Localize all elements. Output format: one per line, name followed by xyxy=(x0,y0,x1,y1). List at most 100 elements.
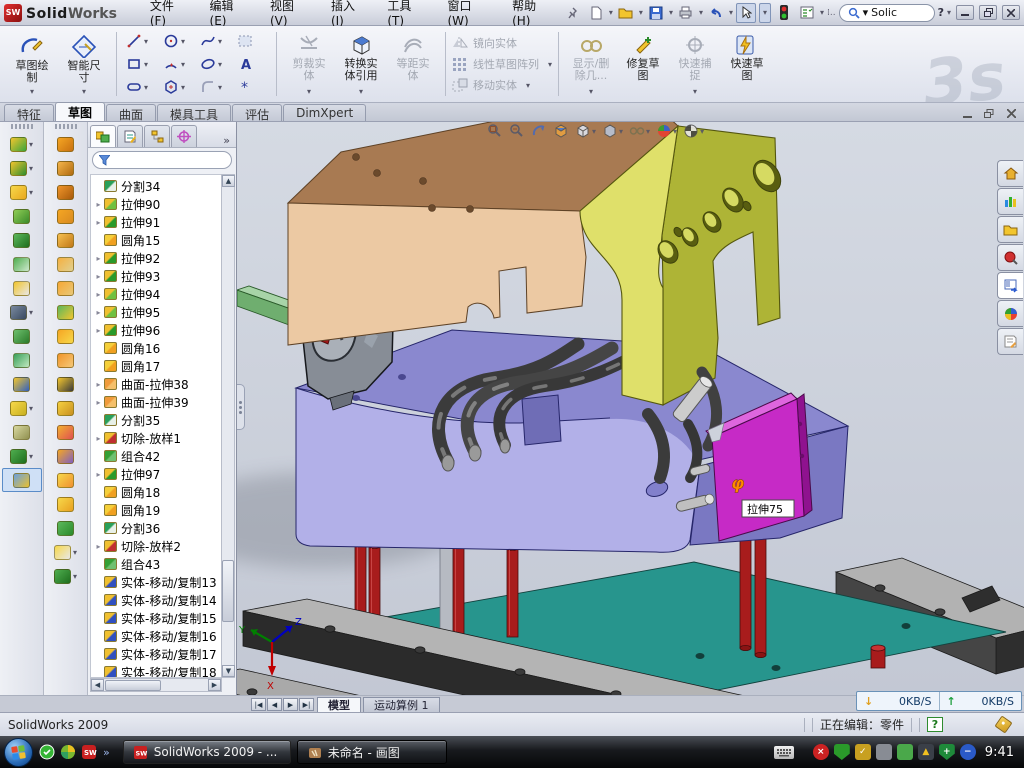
tab-1[interactable]: 草图 xyxy=(55,102,105,121)
fillet-button[interactable]: ▾ xyxy=(2,180,42,204)
dimension-line-button[interactable] xyxy=(2,420,42,444)
options-icon[interactable] xyxy=(797,3,817,23)
dimxpertmanager-tab[interactable] xyxy=(171,125,197,147)
tree-item[interactable]: 圆角17 xyxy=(91,357,221,375)
tree-item[interactable]: ▸拉伸91 xyxy=(91,213,221,231)
sync-icon[interactable] xyxy=(897,744,913,760)
expand-arrow-icon[interactable]: ▸ xyxy=(93,398,104,407)
view-orientation-button[interactable]: ▾ xyxy=(575,123,596,139)
surface-extrude-button[interactable] xyxy=(46,132,86,156)
expand-arrow-icon[interactable]: ▸ xyxy=(93,308,104,317)
surface-revolve-button[interactable] xyxy=(46,156,86,180)
doc-close-button[interactable] xyxy=(1002,106,1020,121)
linear-pattern-button[interactable]: 线性草图阵列▾ xyxy=(452,55,552,73)
design-library-tab[interactable] xyxy=(997,188,1023,215)
dropdown-icon[interactable]: ▾ xyxy=(673,127,677,136)
panel-splitter-handle[interactable] xyxy=(237,384,245,430)
open-file-icon[interactable] xyxy=(616,3,636,23)
sketch-text-button[interactable]: A xyxy=(234,53,270,75)
dropdown-icon[interactable]: ▾ xyxy=(181,37,185,46)
taskbar-clock[interactable]: 9:41 xyxy=(985,745,1014,760)
options-dropdown-icon[interactable]: ▾ xyxy=(820,8,824,17)
tree-item[interactable]: 组合42 xyxy=(91,447,221,465)
tree-item[interactable]: 实体-移动/复制17 xyxy=(91,645,221,663)
select-dropdown-icon[interactable]: ▾ xyxy=(759,3,771,23)
minimize-button[interactable] xyxy=(956,5,974,20)
tab-4[interactable]: 评估 xyxy=(232,104,282,121)
offset-entities-button[interactable]: 等距实 体 xyxy=(387,30,439,98)
repair-sketch-button[interactable]: 修复草 图 xyxy=(617,30,669,98)
fillet-surface-button[interactable] xyxy=(46,492,86,516)
tab-2[interactable]: 曲面 xyxy=(106,104,156,121)
tree-filter-input[interactable] xyxy=(92,151,232,169)
task-button-0[interactable]: SWSolidWorks 2009 - ... xyxy=(123,740,291,764)
lofted-boss-button[interactable] xyxy=(2,228,42,252)
expand-arrow-icon[interactable]: ▸ xyxy=(93,200,104,209)
polygon-button[interactable]: ▾ xyxy=(160,76,196,98)
manager-tabs-overflow-icon[interactable]: » xyxy=(219,134,234,147)
spline-tool-button[interactable]: ▾ xyxy=(46,564,86,588)
expand-arrow-icon[interactable]: ▸ xyxy=(93,434,104,443)
line-button[interactable]: ▾ xyxy=(123,30,159,52)
extruded-boss-button[interactable]: ▾ xyxy=(2,132,42,156)
tree-item[interactable]: ▸拉伸93 xyxy=(91,267,221,285)
tree-item[interactable]: ▸拉伸92 xyxy=(91,249,221,267)
update-badge-icon[interactable]: ✓ xyxy=(855,744,871,760)
configurationmanager-tab[interactable] xyxy=(144,125,170,147)
ellipse-button[interactable]: ▾ xyxy=(197,53,233,75)
select-cursor-icon[interactable] xyxy=(736,3,756,23)
quicklaunch-overflow-icon[interactable]: » xyxy=(103,746,110,759)
tree-item[interactable]: ▸拉伸97 xyxy=(91,465,221,483)
filled-surface-button[interactable] xyxy=(46,252,86,276)
reference-geometry-button[interactable]: ▾ xyxy=(2,396,42,420)
tree-item[interactable]: 分割34 xyxy=(91,177,221,195)
dome-button[interactable] xyxy=(46,516,86,540)
restore-button[interactable] xyxy=(979,5,997,20)
search-box[interactable]: ▾ Solic xyxy=(839,4,935,22)
section-view-button[interactable] xyxy=(553,123,569,139)
arc-button[interactable]: ▾ xyxy=(160,53,196,75)
dropdown-icon[interactable]: ▾ xyxy=(29,188,33,197)
trim-entities-button[interactable]: 剪裁实 体▾ xyxy=(283,30,335,98)
appearances-tab[interactable] xyxy=(997,300,1023,327)
sketch-button[interactable]: 草图绘 制▾ xyxy=(6,30,58,98)
custom-properties-tab[interactable] xyxy=(997,328,1023,355)
doc-tab-1[interactable]: 运动算例 1 xyxy=(363,697,440,712)
expand-arrow-icon[interactable]: ▸ xyxy=(93,254,104,263)
rotate-view-button[interactable] xyxy=(531,123,547,139)
search-dropdown-icon[interactable]: ▾ xyxy=(863,6,869,19)
propertymanager-tab[interactable] xyxy=(117,125,143,147)
nav-first-button[interactable]: |◀ xyxy=(251,698,266,711)
tree-item[interactable]: ▸曲面-拉伸39 xyxy=(91,393,221,411)
dropdown-icon[interactable]: ▾ xyxy=(29,404,33,413)
start-button[interactable] xyxy=(4,738,33,767)
help-dropdown-icon[interactable]: ▾ xyxy=(947,8,951,17)
expand-arrow-icon[interactable]: ▸ xyxy=(93,290,104,299)
undo-icon[interactable] xyxy=(706,3,726,23)
move-entities-button[interactable]: 移动实体▾ xyxy=(452,76,552,94)
smart-dimension-button[interactable]: 智能尺 寸▾ xyxy=(58,30,110,98)
dropdown-icon[interactable]: ▾ xyxy=(144,83,148,92)
tree-item[interactable]: 圆角15 xyxy=(91,231,221,249)
network-warning-icon[interactable]: ▲ xyxy=(918,744,934,760)
messenger-status-icon[interactable]: − xyxy=(960,744,976,760)
spline-button[interactable]: ▾ xyxy=(197,30,233,52)
knit-surface-button[interactable] xyxy=(46,420,86,444)
extend-surface-button[interactable] xyxy=(46,348,86,372)
split-body-button[interactable] xyxy=(2,348,42,372)
close-button[interactable] xyxy=(1002,5,1020,20)
freeform-button[interactable]: ▾ xyxy=(46,540,86,564)
display-delete-relations-button[interactable]: 显示/删 除几...▾ xyxy=(565,30,617,98)
expand-arrow-icon[interactable]: ▸ xyxy=(93,218,104,227)
tree-item[interactable]: ▸拉伸90 xyxy=(91,195,221,213)
save-dropdown-icon[interactable]: ▾ xyxy=(669,8,673,17)
expand-arrow-icon[interactable]: ▸ xyxy=(93,470,104,479)
rectangle-button[interactable]: ▾ xyxy=(123,53,159,75)
dropdown-icon[interactable]: ▾ xyxy=(218,83,222,92)
expand-arrow-icon[interactable]: ▸ xyxy=(93,272,104,281)
antivirus-alert-icon[interactable]: × xyxy=(813,744,829,760)
tree-item[interactable]: ▸拉伸96 xyxy=(91,321,221,339)
dropdown-icon[interactable]: ▾ xyxy=(181,83,185,92)
tree-item[interactable]: 实体-移动/复制16 xyxy=(91,627,221,645)
graphics-viewport[interactable]: φ 拉伸75 Y Z X ▾▾▾▾▾ xyxy=(237,122,1024,695)
